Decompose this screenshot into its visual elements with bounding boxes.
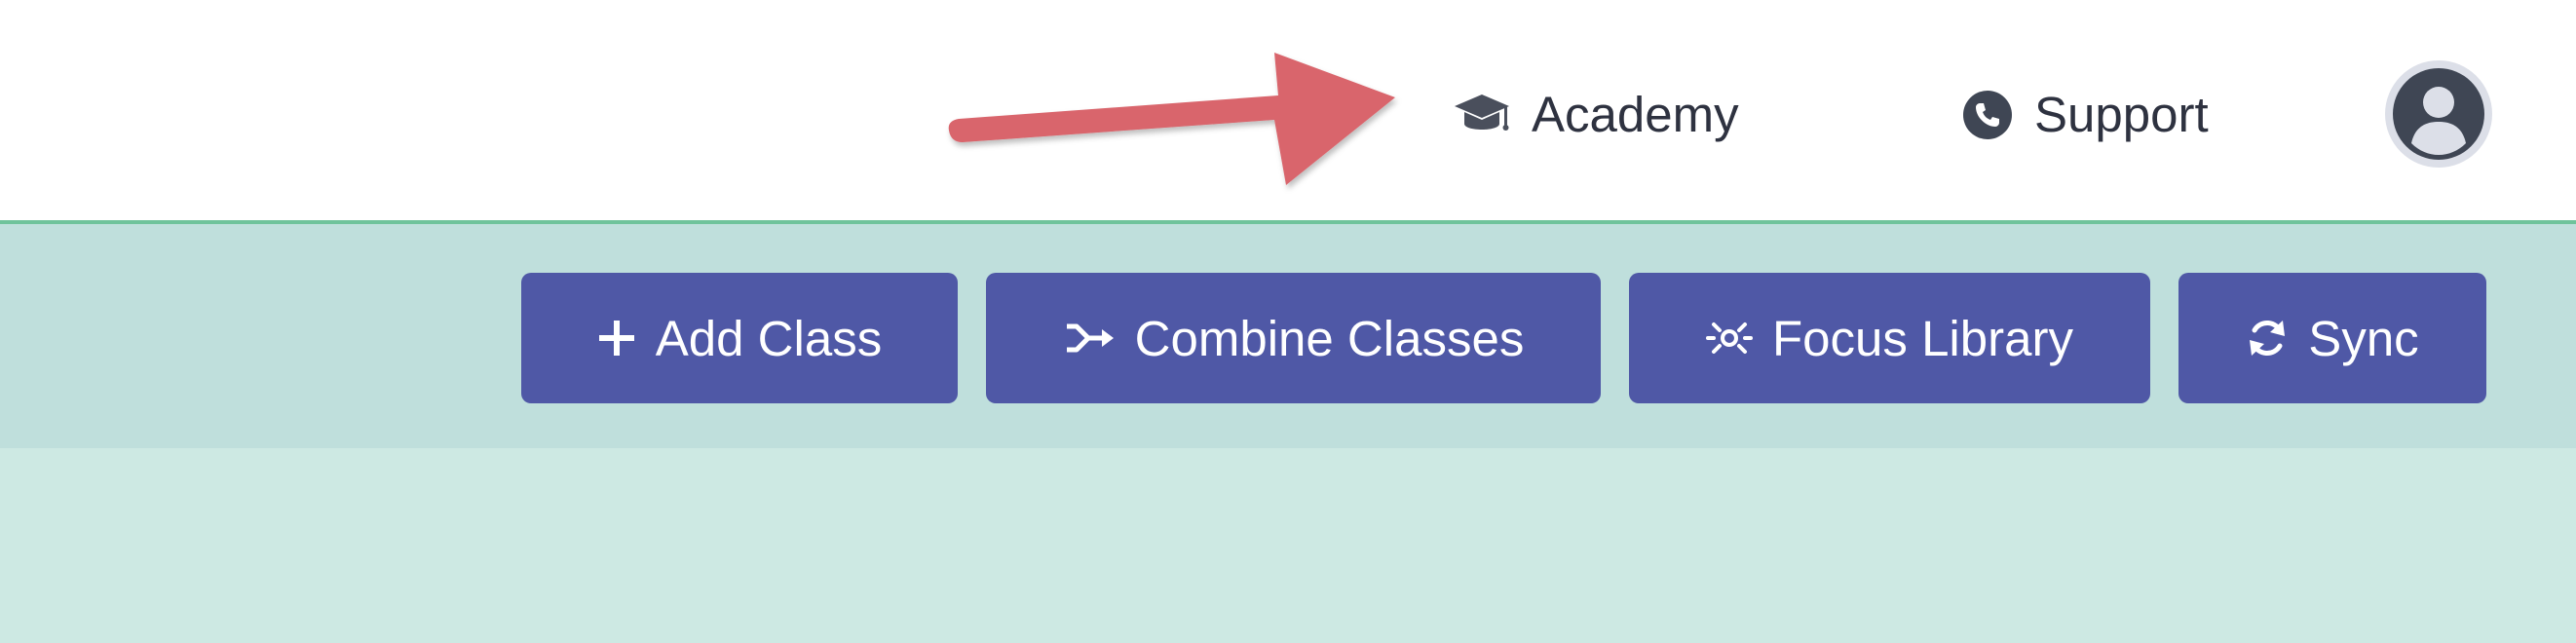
focus-icon	[1706, 319, 1754, 358]
support-link[interactable]: Support	[1962, 78, 2209, 151]
class-toolbar: Add Class Combine Classes Focus Library	[0, 224, 2576, 448]
content-area	[0, 448, 2576, 643]
support-label: Support	[2034, 87, 2209, 142]
graduation-cap-icon	[1454, 93, 1510, 137]
focus-library-label: Focus Library	[1772, 310, 2073, 366]
annotation-arrow	[948, 53, 1395, 185]
add-class-button[interactable]: Add Class	[521, 273, 958, 403]
user-avatar-icon	[2393, 68, 2484, 160]
sync-label: Sync	[2308, 310, 2419, 366]
plus-icon	[597, 319, 636, 358]
sync-button[interactable]: Sync	[2178, 273, 2486, 403]
user-avatar[interactable]	[2385, 60, 2492, 168]
merge-arrow-icon	[1063, 321, 1116, 356]
sync-icon	[2246, 317, 2289, 359]
combine-classes-label: Combine Classes	[1134, 310, 1525, 366]
phone-icon	[1962, 90, 2013, 140]
academy-label: Academy	[1532, 87, 1739, 142]
add-class-label: Add Class	[655, 310, 883, 366]
focus-library-button[interactable]: Focus Library	[1629, 273, 2150, 403]
academy-link[interactable]: Academy	[1454, 78, 1739, 151]
combine-classes-button[interactable]: Combine Classes	[986, 273, 1601, 403]
